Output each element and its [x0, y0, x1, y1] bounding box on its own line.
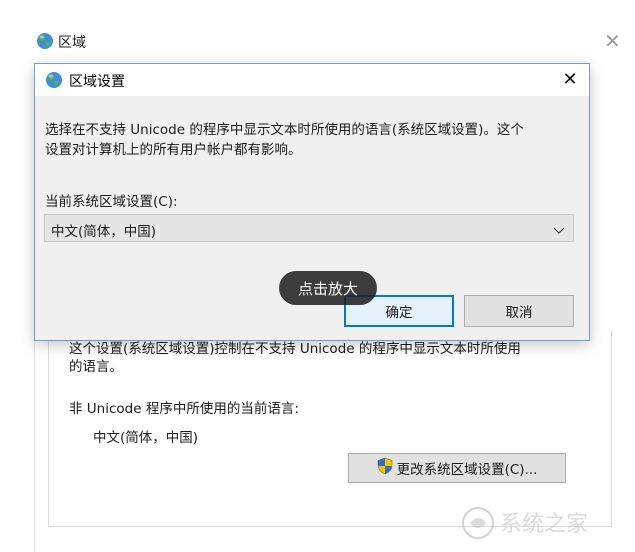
- close-icon[interactable]: ✕: [559, 69, 581, 91]
- chevron-down-icon: [553, 223, 565, 234]
- partially-hidden-text: 的语言。: [69, 359, 123, 375]
- system-locale-value: 中文(简体，中国): [51, 224, 157, 240]
- ok-button-label: 确定: [385, 305, 413, 321]
- non-unicode-label: 非 Unicode 程序中所使用的当前语言:: [69, 401, 299, 417]
- globe-icon: [36, 32, 54, 50]
- close-icon[interactable]: ✕: [604, 31, 621, 51]
- svg-text:系统之家: 系统之家: [500, 512, 588, 537]
- dialog-description: 设置对计算机上的所有用户帐户都有影响。: [45, 142, 302, 158]
- background-window-title: 区域: [58, 35, 86, 51]
- shield-icon: [377, 457, 393, 479]
- cancel-button[interactable]: 取消: [464, 295, 574, 327]
- globe-icon: [45, 71, 63, 89]
- change-system-locale-label: 更改系统区域设置(C)...: [396, 462, 538, 478]
- current-locale-label: 当前系统区域设置(C):: [45, 194, 178, 210]
- non-unicode-value: 中文(简体，中国): [93, 430, 199, 446]
- dialog-description: 选择在不支持 Unicode 的程序中显示文本时所使用的语言(系统区域设置)。这…: [45, 122, 524, 138]
- cancel-button-label: 取消: [505, 305, 533, 321]
- system-locale-dropdown[interactable]: 中文(简体，中国): [44, 214, 574, 242]
- dialog-title: 区域设置: [69, 74, 125, 90]
- zoom-tooltip-label: 点击放大: [297, 279, 358, 298]
- zoom-tooltip-button[interactable]: 点击放大: [279, 271, 377, 305]
- site-watermark-logo: 系统之家: [458, 503, 628, 543]
- change-system-locale-button[interactable]: 更改系统区域设置(C)...: [348, 453, 566, 483]
